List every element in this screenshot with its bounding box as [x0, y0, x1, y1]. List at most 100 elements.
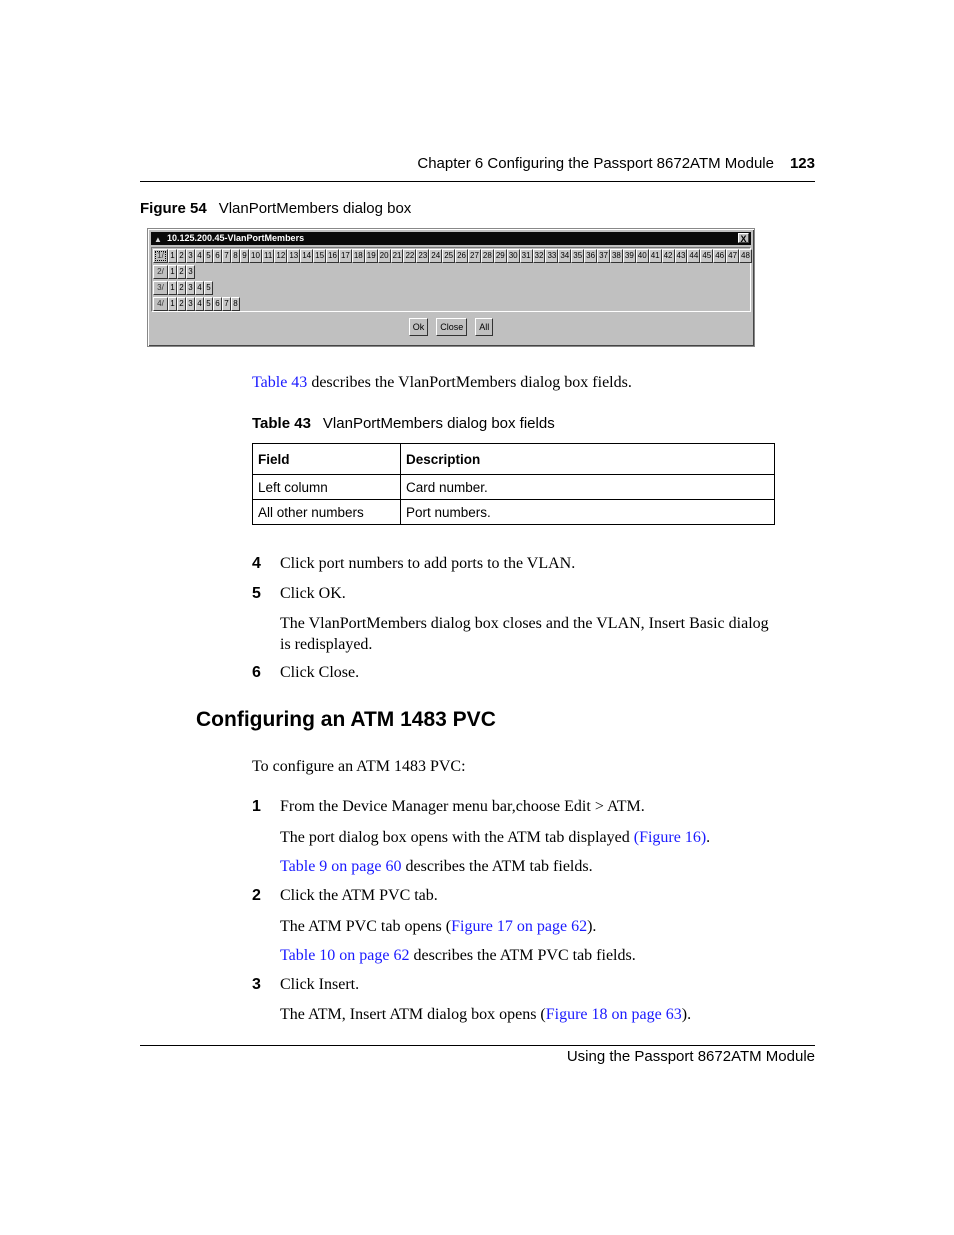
- port-button[interactable]: 29: [493, 249, 507, 263]
- table-43-link[interactable]: Table 43: [252, 374, 307, 391]
- port-button[interactable]: 12: [274, 249, 288, 263]
- port-button[interactable]: 4: [195, 281, 204, 295]
- port-button[interactable]: 1: [168, 281, 177, 295]
- section-heading: Configuring an ATM 1483 PVC: [196, 708, 496, 731]
- port-button[interactable]: 17: [338, 249, 352, 263]
- port-button[interactable]: 7: [222, 249, 231, 263]
- card-row: 3/1 2 3 4 5: [153, 281, 213, 296]
- port-button[interactable]: 26: [455, 249, 468, 263]
- card-number-button[interactable]: 3/: [153, 281, 168, 295]
- port-button[interactable]: 41: [648, 249, 662, 263]
- port-button[interactable]: 20: [377, 249, 391, 263]
- port-button[interactable]: 45: [700, 249, 714, 263]
- port-button[interactable]: 3: [186, 265, 195, 279]
- port-button[interactable]: 39: [622, 249, 636, 263]
- header-description: Description: [400, 443, 775, 475]
- port-button[interactable]: 46: [713, 249, 727, 263]
- figure-caption: Figure 54 VlanPortMembers dialog box: [140, 200, 411, 217]
- step-1-result-1: The port dialog box opens with the ATM t…: [280, 827, 710, 848]
- cell-description: Port numbers.: [400, 499, 775, 525]
- port-button[interactable]: 21: [390, 249, 404, 263]
- port-button[interactable]: 4: [195, 297, 204, 311]
- table-10-link[interactable]: Table 10 on page 62: [280, 947, 410, 964]
- card-number-button[interactable]: 2/: [153, 265, 168, 279]
- port-button[interactable]: 3: [186, 297, 195, 311]
- ok-button[interactable]: Ok: [408, 318, 429, 336]
- port-button[interactable]: 38: [609, 249, 623, 263]
- cell-field: All other numbers: [252, 499, 401, 525]
- table-row: All other numbers Port numbers.: [252, 499, 775, 525]
- port-button[interactable]: 32: [532, 249, 546, 263]
- port-button[interactable]: 5: [204, 297, 213, 311]
- card-number-button[interactable]: 4/: [153, 297, 168, 311]
- table-9-link[interactable]: Table 9 on page 60: [280, 858, 402, 875]
- port-button[interactable]: 1: [168, 249, 177, 263]
- port-button[interactable]: 2: [177, 281, 186, 295]
- port-button[interactable]: 1: [168, 297, 177, 311]
- card-number-button[interactable]: 1/: [153, 249, 168, 263]
- port-button[interactable]: 36: [584, 249, 598, 263]
- port-button[interactable]: 4: [195, 249, 204, 263]
- port-button[interactable]: 23: [416, 249, 430, 263]
- port-button[interactable]: 7: [222, 297, 231, 311]
- port-button[interactable]: 9: [240, 249, 249, 263]
- port-button[interactable]: 6: [213, 297, 222, 311]
- port-button[interactable]: 40: [635, 249, 649, 263]
- result-text: describes the ATM PVC tab fields.: [409, 947, 636, 964]
- port-button[interactable]: 3: [186, 281, 195, 295]
- port-button[interactable]: 3: [186, 249, 195, 263]
- port-button[interactable]: 24: [429, 249, 443, 263]
- port-button[interactable]: 2: [177, 265, 186, 279]
- step-number: 3: [252, 976, 261, 993]
- port-button[interactable]: 2: [177, 249, 186, 263]
- port-button[interactable]: 35: [571, 249, 585, 263]
- port-button[interactable]: 28: [480, 249, 494, 263]
- port-button[interactable]: 33: [545, 249, 559, 263]
- port-button[interactable]: 30: [506, 249, 520, 263]
- port-button[interactable]: 25: [442, 249, 456, 263]
- port-button[interactable]: 10: [249, 249, 262, 263]
- close-icon[interactable]: X: [738, 233, 749, 244]
- port-button[interactable]: 48: [739, 249, 752, 263]
- port-button[interactable]: 19: [364, 249, 378, 263]
- port-button[interactable]: 31: [519, 249, 533, 263]
- port-button[interactable]: 1: [168, 265, 177, 279]
- port-button[interactable]: 44: [687, 249, 701, 263]
- port-button[interactable]: 8: [231, 297, 240, 311]
- result-text: describes the ATM tab fields.: [401, 858, 593, 875]
- port-button[interactable]: 22: [403, 249, 417, 263]
- port-button[interactable]: 16: [326, 249, 339, 263]
- port-button[interactable]: 14: [300, 249, 314, 263]
- port-button[interactable]: 8: [231, 249, 240, 263]
- step-number: 5: [252, 585, 261, 602]
- port-button[interactable]: 42: [661, 249, 675, 263]
- figure-16-link[interactable]: (Figure 16): [634, 829, 706, 846]
- dialog-titlebar[interactable]: ▲ 10.125.200.45-VlanPortMembers X: [151, 232, 751, 245]
- page-number: 123: [789, 155, 815, 172]
- all-button[interactable]: All: [475, 318, 494, 336]
- result-text: The ATM, Insert ATM dialog box opens (: [280, 1006, 546, 1023]
- port-button[interactable]: 27: [468, 249, 481, 263]
- port-button[interactable]: 18: [351, 249, 365, 263]
- step-2-result-2: Table 10 on page 62 describes the ATM PV…: [280, 945, 636, 966]
- port-button[interactable]: 2: [177, 297, 186, 311]
- port-button[interactable]: 13: [287, 249, 301, 263]
- port-button[interactable]: 5: [204, 281, 213, 295]
- figure-18-link[interactable]: Figure 18 on page 63: [546, 1006, 682, 1023]
- port-button[interactable]: 6: [213, 249, 222, 263]
- table-header-row: Field Description: [252, 443, 775, 475]
- port-button[interactable]: 15: [313, 249, 327, 263]
- step-2-result-1: The ATM PVC tab opens (Figure 17 on page…: [280, 916, 596, 937]
- port-button[interactable]: 43: [674, 249, 688, 263]
- port-button[interactable]: 11: [261, 249, 275, 263]
- port-button[interactable]: 47: [726, 249, 740, 263]
- table-row: Left column Card number.: [252, 474, 775, 500]
- port-button[interactable]: 5: [204, 249, 213, 263]
- close-button[interactable]: Close: [436, 318, 468, 336]
- port-button[interactable]: 34: [558, 249, 572, 263]
- result-text: The port dialog box opens with the ATM t…: [280, 829, 634, 846]
- fields-table: Field Description Left column Card numbe…: [252, 443, 775, 525]
- port-button[interactable]: 37: [597, 249, 610, 263]
- table-title: VlanPortMembers dialog box fields: [322, 415, 555, 432]
- figure-17-link[interactable]: Figure 17 on page 62: [451, 918, 587, 935]
